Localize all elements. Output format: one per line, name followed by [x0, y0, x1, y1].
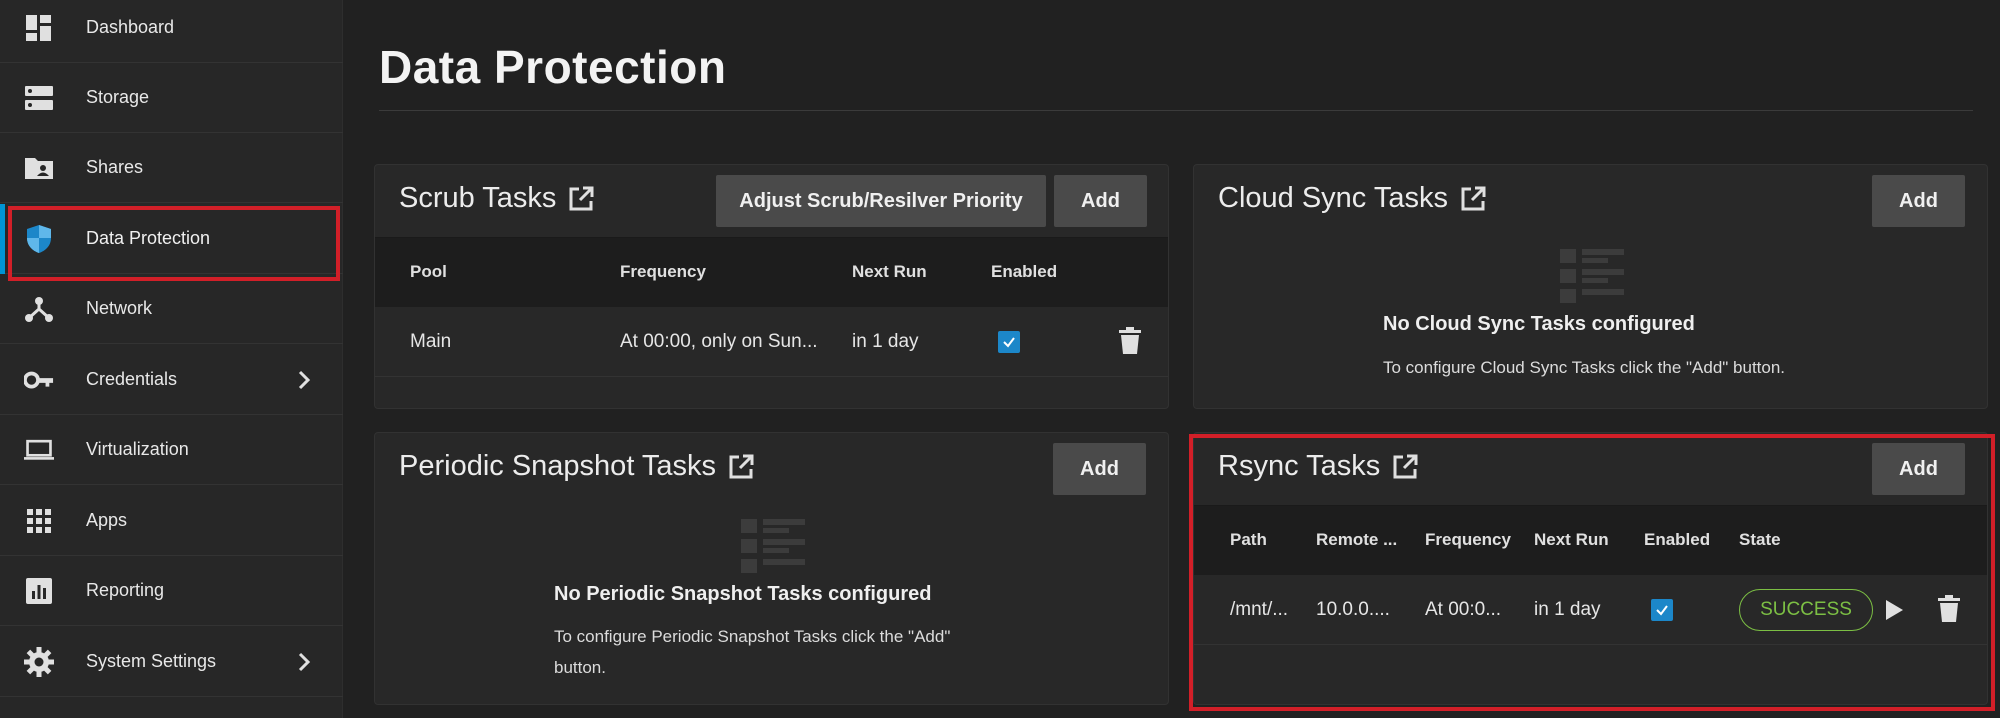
scrub-add-button[interactable]: Add — [1054, 175, 1147, 227]
empty-state-title: No Periodic Snapshot Tasks configured — [554, 583, 932, 605]
active-indicator — [0, 204, 5, 274]
chevron-right-icon — [292, 368, 316, 392]
sidebar-item-label: Virtualization — [86, 439, 189, 459]
page-title: Data Protection — [379, 41, 727, 93]
column-header-path[interactable]: Path — [1230, 530, 1267, 550]
column-header-state[interactable]: State — [1739, 530, 1781, 550]
reporting-chart-icon — [24, 576, 54, 606]
open-in-new-icon[interactable] — [568, 186, 594, 212]
empty-state-message: To configure Periodic Snapshot Tasks cli… — [554, 627, 951, 677]
column-header-enabled[interactable]: Enabled — [1644, 530, 1710, 550]
sidebar-item-label: System Settings — [86, 651, 217, 671]
cloud-sync-tasks-header: Cloud Sync Tasks — [1218, 182, 1486, 215]
open-in-new-icon[interactable] — [728, 454, 754, 480]
sidebar-item-reporting[interactable]: Reporting — [0, 556, 343, 626]
apps-grid-icon — [24, 506, 54, 536]
column-header-next-run[interactable]: Next Run — [852, 262, 927, 282]
scrub-tasks-card: Scrub Tasks Adjust Scrub/Resilver Priori… — [374, 164, 1169, 409]
sidebar: Dashboard Storage Shares Data Protection… — [0, 0, 343, 718]
sidebar-item-apps[interactable]: Apps — [0, 486, 343, 556]
adjust-scrub-priority-button[interactable]: Adjust Scrub/Resilver Priority — [716, 175, 1046, 227]
enabled-checkbox[interactable] — [998, 331, 1020, 353]
sidebar-item-label: Apps — [86, 510, 128, 530]
delete-icon[interactable] — [1116, 327, 1144, 355]
laptop-icon — [24, 435, 54, 465]
sidebar-item-data-protection[interactable]: Data Protection — [0, 204, 343, 274]
chevron-right-icon — [292, 650, 316, 674]
column-header-frequency[interactable]: Frequency — [1425, 530, 1511, 550]
cell-path: /mnt/... — [1230, 599, 1289, 620]
shares-folder-icon — [24, 153, 54, 183]
rsync-add-button[interactable]: Add — [1872, 443, 1965, 495]
cloud-sync-tasks-card: Cloud Sync Tasks Add No Cloud Sync Tasks… — [1193, 164, 1988, 409]
sidebar-item-dashboard[interactable]: Dashboard — [0, 0, 343, 63]
sidebar-item-network[interactable]: Network — [0, 274, 343, 344]
empty-state-title: No Cloud Sync Tasks configured — [1383, 313, 1695, 335]
sidebar-item-label: Reporting — [86, 580, 165, 600]
sidebar-item-label: Storage — [86, 87, 150, 107]
sidebar-item-virtualization[interactable]: Virtualization — [0, 415, 343, 485]
card-title: Cloud Sync Tasks — [1218, 182, 1448, 214]
empty-list-icon — [741, 519, 805, 573]
table-row[interactable]: /mnt/... 10.0.0.... At 00:0... in 1 day … — [1194, 575, 1987, 645]
table-header: Path Remote ... Frequency Next Run Enabl… — [1194, 505, 1987, 575]
run-now-play-icon[interactable] — [1880, 596, 1908, 624]
delete-icon[interactable] — [1935, 595, 1963, 623]
check-icon — [1003, 337, 1015, 348]
key-icon — [24, 365, 54, 395]
rsync-tasks-card: Rsync Tasks Add Path Remote ... Frequenc… — [1193, 432, 1988, 705]
rsync-tasks-header: Rsync Tasks — [1218, 450, 1418, 483]
cell-pool: Main — [410, 331, 452, 352]
network-icon — [24, 294, 54, 324]
check-icon — [1656, 605, 1668, 616]
periodic-snapshot-tasks-card: Periodic Snapshot Tasks Add No Periodic … — [374, 432, 1169, 705]
snapshot-add-button[interactable]: Add — [1053, 443, 1146, 495]
empty-state-message: To configure Cloud Sync Tasks click the … — [1383, 358, 1786, 377]
scrub-tasks-header: Scrub Tasks — [399, 182, 594, 215]
column-header-next-run[interactable]: Next Run — [1534, 530, 1609, 550]
open-in-new-icon[interactable] — [1460, 186, 1486, 212]
column-header-remote[interactable]: Remote ... — [1316, 530, 1397, 550]
storage-icon — [24, 83, 54, 113]
open-in-new-icon[interactable] — [1392, 454, 1418, 480]
cloud-sync-add-button[interactable]: Add — [1872, 175, 1965, 227]
cell-frequency: At 00:0... — [1425, 599, 1502, 620]
sidebar-item-credentials[interactable]: Credentials — [0, 345, 343, 415]
gear-icon — [24, 646, 54, 677]
table-header: Pool Frequency Next Run Enabled — [375, 237, 1168, 307]
sidebar-item-label: Shares — [86, 157, 144, 177]
status-badge[interactable]: SUCCESS — [1739, 589, 1873, 631]
card-title: Rsync Tasks — [1218, 450, 1381, 482]
cell-remote: 10.0.0.... — [1316, 599, 1390, 620]
sidebar-item-label: Credentials — [86, 369, 178, 389]
column-header-enabled[interactable]: Enabled — [991, 262, 1057, 282]
sidebar-item-label: Data Protection — [86, 228, 211, 248]
sidebar-item-shares[interactable]: Shares — [0, 133, 343, 203]
cell-next-run: in 1 day — [1534, 599, 1601, 620]
column-header-pool[interactable]: Pool — [410, 262, 447, 282]
cell-next-run: in 1 day — [852, 331, 919, 352]
periodic-snapshot-tasks-header: Periodic Snapshot Tasks — [399, 450, 754, 483]
shield-icon — [24, 224, 54, 254]
dashboard-icon — [24, 13, 54, 43]
sidebar-item-label: Dashboard — [86, 17, 175, 37]
cell-frequency: At 00:00, only on Sun... — [620, 331, 818, 352]
enabled-checkbox[interactable] — [1651, 599, 1673, 621]
card-title: Periodic Snapshot Tasks — [399, 450, 717, 482]
sidebar-item-storage[interactable]: Storage — [0, 63, 343, 133]
column-header-frequency[interactable]: Frequency — [620, 262, 706, 282]
title-divider — [379, 110, 1973, 111]
card-title: Scrub Tasks — [399, 182, 557, 214]
empty-list-icon — [1560, 249, 1624, 303]
table-row[interactable]: Main At 00:00, only on Sun... in 1 day — [375, 307, 1168, 377]
sidebar-item-label: Network — [86, 298, 153, 318]
sidebar-item-system-settings[interactable]: System Settings — [0, 627, 343, 697]
